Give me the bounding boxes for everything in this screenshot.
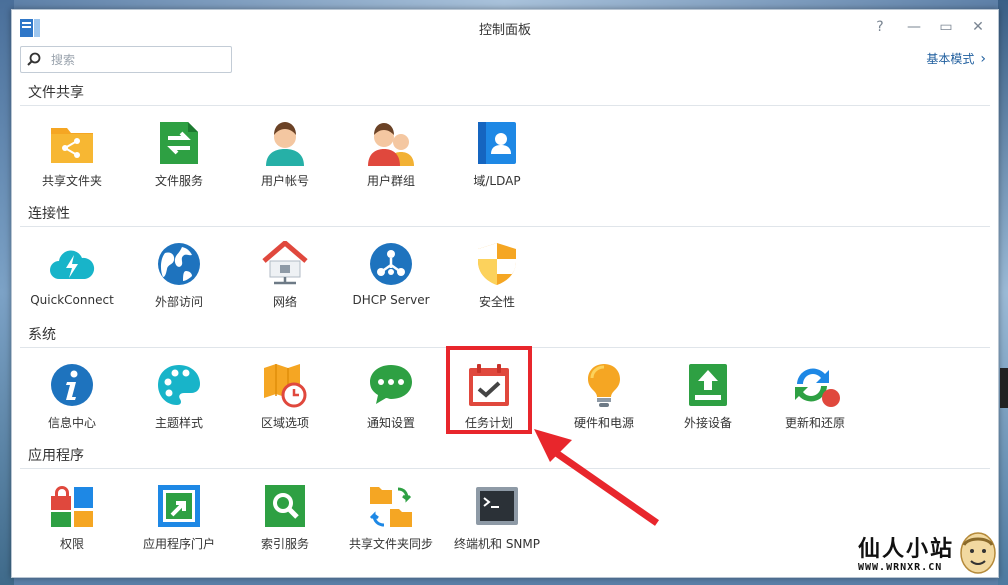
watermark: 仙人小站 WWW.WRNXR.CN (852, 527, 1002, 583)
control-panel-window: 控制面板 ? — ▭ ✕ 基本模式› 文件共享 共享文件夹 文件服务 (11, 9, 999, 578)
desktop-background-right (998, 0, 1008, 585)
desktop-edge-handle (1000, 368, 1008, 408)
watermark-face-icon (960, 532, 996, 574)
watermark-url: WWW.WRNXR.CN (858, 562, 943, 573)
watermark-title: 仙人小站 (858, 537, 955, 562)
red-arrow-annotation (534, 429, 659, 526)
